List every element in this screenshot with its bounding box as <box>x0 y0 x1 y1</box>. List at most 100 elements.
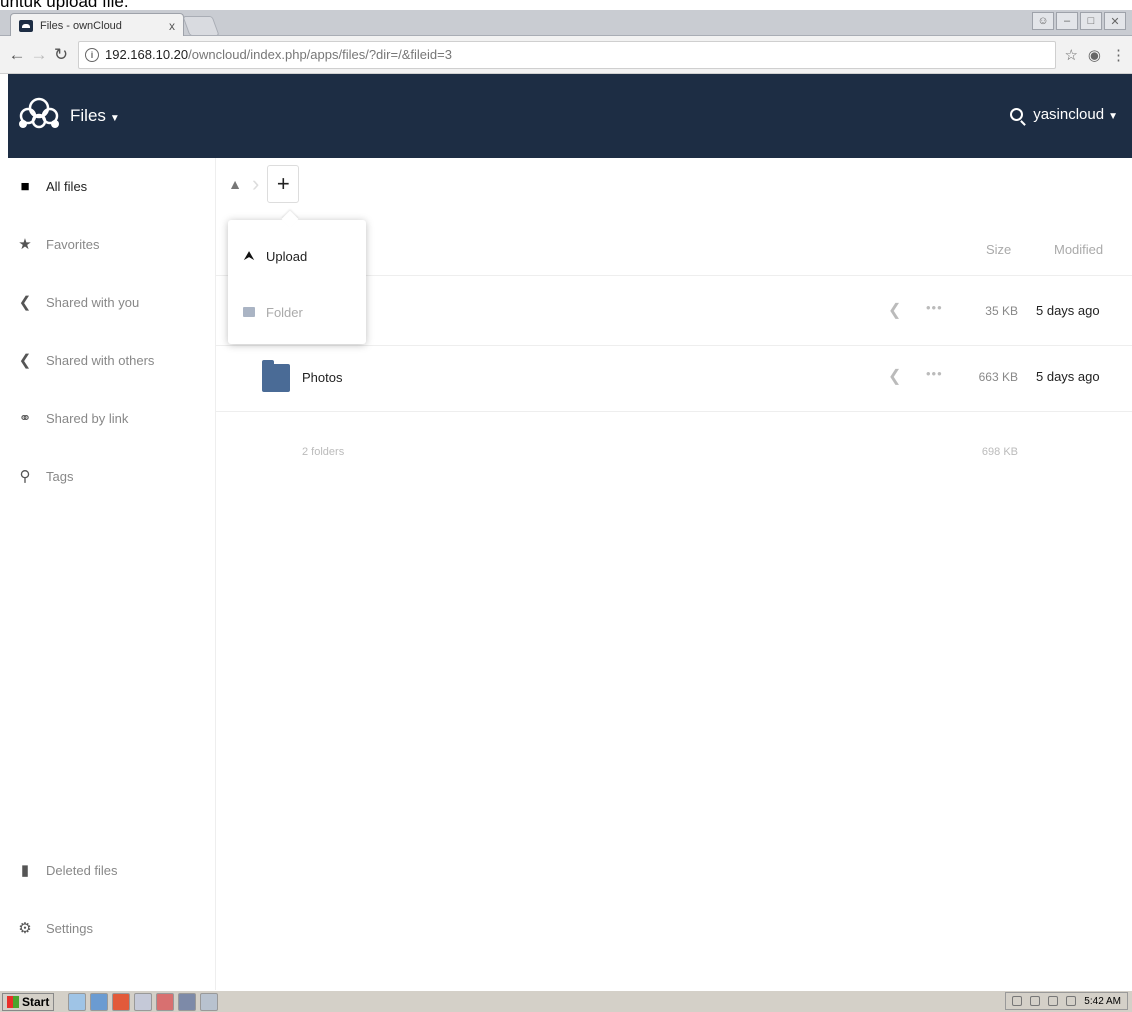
more-dots-icon[interactable]: ••• <box>926 300 943 315</box>
sidebar-item-label: Shared with others <box>46 352 155 368</box>
file-modified: 5 days ago <box>1036 369 1100 384</box>
folder-icon: ■ <box>20 177 30 195</box>
system-tray: 5:42 AM <box>1005 992 1128 1010</box>
browser-tab-strip: Files - ownCloud x ☺ – □ ✕ <box>0 10 1132 37</box>
folder-icon <box>242 305 256 320</box>
column-header-size[interactable]: Size <box>986 242 1011 257</box>
sidebar-item-label: Favorites <box>46 236 100 252</box>
url-host: 192.168.10.20 <box>105 47 189 62</box>
share-icon[interactable]: ❮ <box>888 300 901 320</box>
back-arrow-icon[interactable]: ← <box>6 45 28 65</box>
bookmark-star-icon[interactable]: ☆ <box>1064 46 1077 64</box>
app-title: Files <box>70 106 106 125</box>
share-icon: ❮ <box>18 352 32 369</box>
close-window-icon[interactable]: ✕ <box>1104 12 1126 30</box>
search-icon[interactable] <box>1010 108 1024 121</box>
trash-icon: ▮ <box>20 862 30 879</box>
tab-title: Files - ownCloud <box>40 19 122 32</box>
minimize-icon[interactable]: – <box>1056 12 1078 30</box>
new-tab-button[interactable] <box>182 16 220 36</box>
battery-icon[interactable] <box>1030 996 1041 1006</box>
gear-icon: ⚙ <box>18 920 32 937</box>
network-icon[interactable] <box>1048 996 1059 1006</box>
sidebar-item-label: All files <box>46 178 88 194</box>
url-path: /owncloud/index.php/apps/files/?dir=/&fi… <box>188 47 452 62</box>
tab-close-icon[interactable]: x <box>169 19 175 33</box>
start-label: Start <box>22 994 50 1009</box>
start-button[interactable]: Start <box>2 992 55 1011</box>
screenshot-root: untuk upload file. Files - ownCloud x ☺ … <box>0 0 1132 1012</box>
sidebar-item-shared-by-link[interactable]: ⚭ Shared by link <box>8 398 216 438</box>
desktop-icon[interactable] <box>68 992 87 1011</box>
caret-down-icon: ▼ <box>109 113 120 124</box>
file-size: 663 KB <box>978 370 1018 384</box>
caret-down-icon: ▼ <box>1108 111 1118 122</box>
new-item-menu: ⮝ Upload Folder <box>228 220 366 344</box>
word-icon[interactable] <box>134 992 153 1011</box>
folder-icon <box>262 360 290 392</box>
sidebar: ■ All files ★ Favorites ❮ Shared with yo… <box>8 158 216 990</box>
app-menu-button[interactable]: Files ▼ <box>70 106 120 126</box>
app-header: Files ▼ yasincloud ▼ <box>8 74 1132 158</box>
app-icon[interactable] <box>200 992 219 1011</box>
chrome-icon[interactable] <box>112 992 131 1011</box>
maximize-icon[interactable]: □ <box>1080 12 1102 30</box>
summary-size: 698 KB <box>981 446 1018 458</box>
forward-arrow-icon[interactable]: → <box>28 45 50 65</box>
menu-item-label: Folder <box>266 304 303 320</box>
column-header-modified[interactable]: Modified <box>1054 242 1103 257</box>
file-size: 35 KB <box>985 304 1018 318</box>
table-row[interactable]: Photos ❮ ••• 663 KB 5 days ago <box>216 348 1132 412</box>
home-icon[interactable]: ▲ <box>226 176 244 192</box>
sidebar-item-settings[interactable]: ⚙ Settings <box>8 908 216 948</box>
file-name[interactable]: Photos <box>302 370 342 385</box>
owncloud-favicon-icon <box>19 19 33 32</box>
username: yasincloud <box>1033 106 1105 123</box>
link-icon: ⚭ <box>18 410 32 427</box>
share-icon: ❮ <box>18 294 32 311</box>
os-taskbar: Start 5:42 AM <box>0 990 1132 1012</box>
reload-icon[interactable]: ↻ <box>50 45 72 65</box>
menu-item-label: Upload <box>266 248 308 264</box>
breadcrumb: ▲ › + <box>226 164 300 204</box>
clock: 5:42 AM <box>1084 995 1121 1007</box>
menu-item-folder[interactable]: Folder <box>228 284 366 340</box>
profile-icon[interactable]: ☺ <box>1032 12 1054 30</box>
menu-dots-icon[interactable]: ⋮ <box>1111 46 1126 64</box>
new-file-button[interactable]: + <box>267 165 300 203</box>
user-menu-button[interactable]: yasincloud ▼ <box>1033 106 1118 123</box>
sidebar-item-deleted-files[interactable]: ▮ Deleted files <box>8 850 216 890</box>
sidebar-item-tags[interactable]: ⚲ Tags <box>8 456 216 496</box>
browser-toolbar: ← → ↻ i 192.168.10.20/owncloud/index.php… <box>0 36 1132 74</box>
tag-search-icon: ⚲ <box>19 468 31 485</box>
browser-tab[interactable]: Files - ownCloud x <box>10 13 184 37</box>
owncloud-logo-icon[interactable] <box>18 96 60 130</box>
tray-icon[interactable] <box>1012 996 1023 1006</box>
summary-count: 2 folders <box>302 446 345 458</box>
extension-icon[interactable]: ◉ <box>1088 46 1101 64</box>
sidebar-item-shared-with-you[interactable]: ❮ Shared with you <box>8 282 216 322</box>
app-icon[interactable] <box>178 992 197 1011</box>
pdf-icon[interactable] <box>156 992 175 1011</box>
sidebar-item-label: Tags <box>46 468 74 484</box>
windows-logo-icon <box>7 995 19 1008</box>
sidebar-item-shared-with-others[interactable]: ❮ Shared with others <box>8 340 216 380</box>
ie-icon[interactable] <box>90 992 109 1011</box>
quick-launch <box>68 992 219 1011</box>
site-info-icon[interactable]: i <box>85 47 99 62</box>
menu-item-upload[interactable]: ⮝ Upload <box>228 228 366 284</box>
more-dots-icon[interactable]: ••• <box>926 366 943 381</box>
sidebar-item-all-files[interactable]: ■ All files <box>8 166 216 206</box>
sidebar-item-label: Shared by link <box>46 410 129 426</box>
star-icon: ★ <box>18 236 32 253</box>
sidebar-item-label: Settings <box>46 920 93 936</box>
address-bar[interactable]: i 192.168.10.20/owncloud/index.php/apps/… <box>78 40 1057 69</box>
sidebar-item-label: Shared with you <box>46 294 140 310</box>
file-modified: 5 days ago <box>1036 303 1100 318</box>
share-icon[interactable]: ❮ <box>888 366 901 386</box>
window-controls: ☺ – □ ✕ <box>1032 12 1126 30</box>
sidebar-item-favorites[interactable]: ★ Favorites <box>8 224 216 264</box>
volume-icon[interactable] <box>1066 996 1077 1006</box>
upload-icon: ⮝ <box>243 248 255 263</box>
chevron-right-icon: › <box>252 171 260 196</box>
